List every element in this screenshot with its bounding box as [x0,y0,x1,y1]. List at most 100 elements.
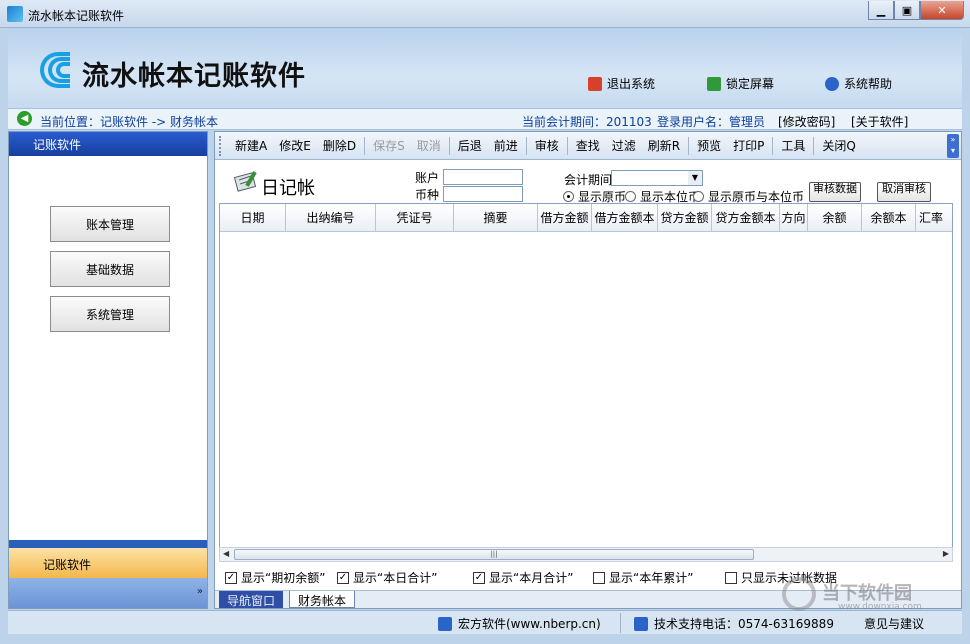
column-header[interactable]: 摘要 [454,204,538,231]
sidebar-splitter[interactable] [9,540,207,548]
close-button[interactable]: ✕ [920,1,964,20]
exit-system-button[interactable]: 退出系统 [588,75,655,92]
ledger-management-button[interactable]: 账本管理 [50,206,170,242]
main-panel: 新建A 修改E 删除D 保存S 取消 后退 前进 审核 查找 过滤 刷新R 预览… [214,131,962,609]
phone-label: 技术支持电话：0574-63169889 [654,617,834,631]
show-monthly-total-checkbox[interactable]: ✓ 显示“本月合计” [473,569,573,586]
cancel-review-button[interactable]: 取消审核 [877,182,931,202]
period-select[interactable]: ▼ [611,170,703,186]
company-label: 宏方软件(www.nberp.cn) [458,617,601,631]
scrollbar-thumb[interactable]: ||| [234,549,754,560]
chevron-down-icon: ▼ [688,171,702,185]
print-button[interactable]: 打印P [727,137,770,154]
current-period: 当前会计期间：201103 [522,115,652,129]
show-daily-total-checkbox[interactable]: ✓ 显示“本日合计” [337,569,437,586]
toolbar-separator [772,136,774,155]
toolbar-overflow-icon[interactable]: » ▾ [947,134,959,158]
column-header[interactable]: 借方金额 [538,204,592,231]
login-user: 登录用户名：管理员 [657,115,766,129]
about-link[interactable]: [关于软件] [851,113,908,130]
checkbox-box [593,571,605,584]
title-bar: 流水帐本记账软件 ▁ ▣ ✕ [0,0,970,28]
back-button[interactable]: 后退 [452,137,488,154]
lock-label: 锁定屏幕 [726,77,775,91]
support-phone: 技术支持电话：0574-63169889 [634,615,834,632]
feedback-link[interactable]: 意见与建议 [864,615,924,632]
show-yearly-total-checkbox[interactable]: 显示“本年累计” [593,569,693,586]
window-controls: ▁ ▣ ✕ [868,1,964,20]
checkbox-box [725,571,737,584]
column-header[interactable]: 凭证号 [376,204,454,231]
show-opening-balance-checkbox[interactable]: ✓ 显示“期初余额” [225,569,325,586]
column-header[interactable]: 出纳编号 [286,204,376,231]
scroll-left-icon[interactable]: ◀ [223,549,229,558]
system-help-button[interactable]: 系统帮助 [825,75,892,92]
maximize-button[interactable]: ▣ [894,1,920,20]
column-header[interactable]: 方向 [780,204,808,231]
tab-ledger[interactable]: 财务帐本 [289,591,356,608]
forward-button[interactable]: 前进 [488,137,524,154]
horizontal-scrollbar[interactable]: ◀ ||| ▶ [219,547,953,562]
tab-navigation[interactable]: 导航窗口 [219,591,284,608]
watermark-logo-icon [782,577,816,611]
currency-field[interactable] [443,186,523,202]
checkbox-label: 显示“本日合计” [353,571,438,585]
checkbox-label: 显示“期初余额” [241,571,326,585]
account-label: 账户 [415,171,440,185]
preview-button[interactable]: 预览 [691,137,727,154]
checkbox-box: ✓ [337,571,349,584]
close-tab-button[interactable]: 关闭Q [816,137,861,154]
column-header[interactable]: 余额本 [862,204,916,231]
company-info[interactable]: 宏方软件(www.nberp.cn) [438,615,601,632]
period-label: 会计期间 [564,173,613,187]
app-icon [7,6,23,22]
find-button[interactable]: 查找 [570,137,606,154]
toolbar-separator [448,136,450,155]
breadcrumb: 当前位置：记账软件 -> 财务帐本 [40,115,219,129]
location-bar: ◀ 当前位置：记账软件 -> 财务帐本 当前会计期间：201103 登录用户名：… [8,108,962,130]
status-divider [620,613,621,633]
save-button[interactable]: 保存S [367,137,411,154]
radio-indicator [625,191,636,202]
column-header[interactable]: 贷方金额 [658,204,712,231]
checkbox-box: ✓ [473,571,485,584]
column-header[interactable]: 日期 [220,204,286,231]
toolbar-separator [566,136,568,155]
edit-button[interactable]: 修改E [273,137,317,154]
review-data-button[interactable]: 审核数据 [809,182,861,202]
radio-indicator [563,191,574,202]
sidebar-section-accounting[interactable]: 记账软件 [9,548,207,578]
toolbar-separator [364,136,366,155]
refresh-button[interactable]: 刷新R [642,137,686,154]
toolbar-separator [688,136,690,155]
app-name: 流水帐本记账软件 [82,61,306,92]
basic-data-button[interactable]: 基础数据 [50,251,170,287]
checkbox-label: 显示“本月合计” [489,571,574,585]
watermark: 当下软件园 www.downxia.com [782,575,962,615]
filter-button[interactable]: 过滤 [606,137,642,154]
review-button[interactable]: 审核 [529,137,565,154]
tools-button[interactable]: 工具 [775,137,811,154]
page-title: 日记帐 [261,178,315,199]
column-header[interactable]: 余额 [808,204,862,231]
currency-label: 币种 [415,188,440,202]
account-field[interactable] [443,169,523,185]
new-button[interactable]: 新建A [229,137,273,154]
system-management-button[interactable]: 系统管理 [50,296,170,332]
delete-button[interactable]: 删除D [317,137,362,154]
toolbar-grip[interactable] [219,135,223,156]
checkbox-label: 显示“本年累计” [609,571,694,585]
toolbar-separator [525,136,527,155]
back-arrow-icon[interactable]: ◀ [17,111,32,126]
minimize-button[interactable]: ▁ [868,1,894,20]
column-header[interactable]: 贷方金额本 [712,204,780,231]
column-header[interactable]: 汇率 [916,204,946,231]
change-password-link[interactable]: [修改密码] [778,113,835,130]
exit-label: 退出系统 [607,77,656,91]
sidebar-more-icon[interactable]: » [197,586,203,597]
cancel-button[interactable]: 取消 [411,137,447,154]
help-label: 系统帮助 [844,77,893,91]
column-header[interactable]: 借方金额本 [592,204,658,231]
scroll-right-icon[interactable]: ▶ [943,549,949,558]
lock-screen-button[interactable]: 锁定屏幕 [707,75,774,92]
